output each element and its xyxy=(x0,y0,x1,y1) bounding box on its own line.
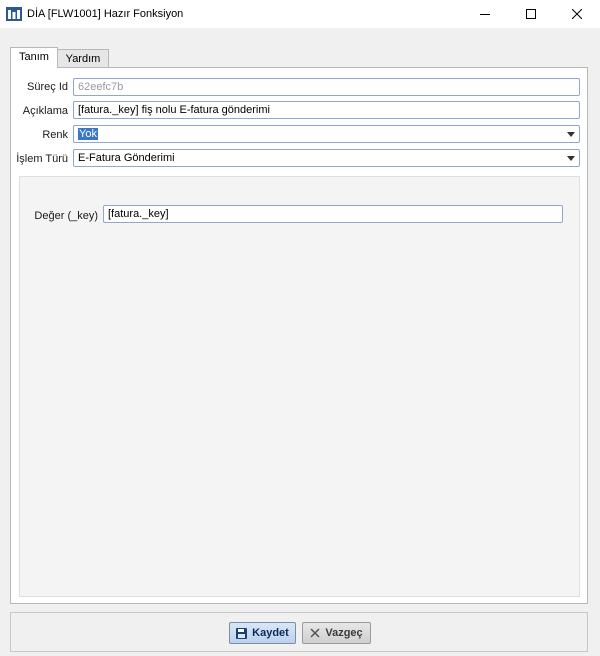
renk-select[interactable]: Yok xyxy=(73,125,580,143)
button-bar xyxy=(10,612,588,652)
floppy-disk-icon xyxy=(236,627,248,639)
dia-logo-icon xyxy=(6,7,22,21)
aciklama-label: Açıklama xyxy=(22,105,68,117)
minimize-button[interactable] xyxy=(462,0,508,28)
renk-selected-value: Yok xyxy=(78,128,98,140)
islem-turu-label: İşlem Türü xyxy=(16,153,68,165)
x-icon xyxy=(310,628,320,638)
window-title: DİA [FLW1001] Hazır Fonksiyon xyxy=(27,8,184,20)
parameter-panel xyxy=(19,176,580,597)
close-icon xyxy=(572,9,582,19)
deger-field[interactable]: [fatura._key] xyxy=(103,205,563,223)
close-button[interactable] xyxy=(554,0,600,28)
chevron-down-icon[interactable] xyxy=(567,156,575,161)
renk-label: Renk xyxy=(42,129,68,141)
islem-turu-selected-value: E-Fatura Gönderimi xyxy=(78,152,175,164)
tab-tanim[interactable]: Tanım xyxy=(10,47,58,68)
chevron-down-icon[interactable] xyxy=(567,132,575,137)
islem-turu-select[interactable]: E-Fatura Gönderimi xyxy=(73,149,580,167)
deger-label: Değer (_key) xyxy=(34,210,98,222)
cancel-button-label: Vazgeç xyxy=(325,627,363,639)
tab-yardim[interactable]: Yardım xyxy=(57,49,109,68)
maximize-button[interactable] xyxy=(508,0,554,28)
surec-id-label: Süreç Id xyxy=(27,81,68,93)
save-button-label: Kaydet xyxy=(252,627,289,639)
save-button[interactable]: Kaydet xyxy=(229,622,296,644)
surec-id-field[interactable]: 62eefc7b xyxy=(73,78,580,96)
minimize-icon xyxy=(480,14,490,15)
aciklama-field[interactable]: [fatura._key] fiş nolu E-fatura gönderim… xyxy=(73,101,580,119)
maximize-icon xyxy=(526,9,536,19)
cancel-button[interactable]: Vazgeç xyxy=(302,622,371,644)
title-bar: DİA [FLW1001] Hazır Fonksiyon xyxy=(0,0,600,28)
